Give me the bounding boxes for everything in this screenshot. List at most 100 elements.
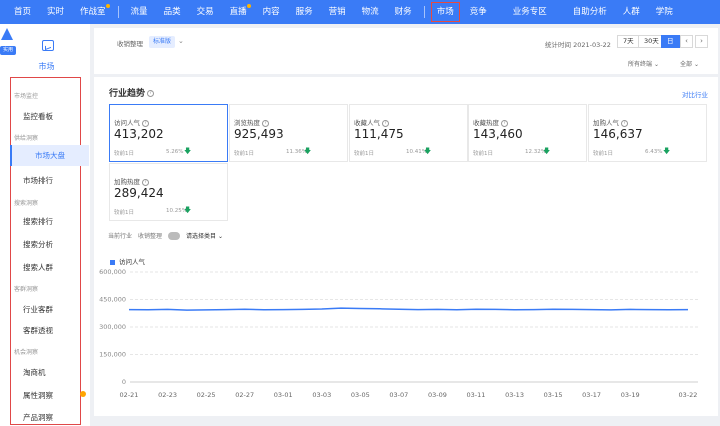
x-tick-label: 03-15: [544, 391, 563, 399]
new-dot-icon: [246, 4, 251, 8]
chevron-down-icon: ⌄: [653, 61, 659, 68]
nav-item-10[interactable]: 物流: [354, 0, 387, 24]
x-tick-label: 02-21: [120, 391, 139, 399]
next-date-button[interactable]: ›: [695, 35, 708, 48]
badge-triangle-icon: [1, 28, 13, 40]
nav-item-15[interactable]: 自助分析: [565, 0, 615, 24]
period-day-button[interactable]: 日: [661, 35, 680, 48]
nav-item-label: 人群: [622, 7, 640, 17]
app-badge[interactable]: 实用: [0, 28, 16, 56]
nav-item-label: 作战室: [80, 7, 106, 17]
edition-badge: 标准版: [149, 36, 176, 48]
sidebar-group-title: 机会洞察: [14, 349, 39, 356]
chevron-down-icon: ⌄: [693, 61, 699, 68]
x-tick-label: 03-03: [312, 391, 331, 399]
nav-item-label: 流量: [130, 7, 148, 17]
nav-item-8[interactable]: 服务: [288, 0, 321, 24]
nav-item-7[interactable]: 内容: [255, 0, 288, 24]
top-nav: 首页 实时 作战室 流量 品类 交易 直播 内容 服务 营销 物流 财务 市场 竞争 业务专区 自助分析 人群 学…: [0, 0, 720, 24]
sidebar-group-title: 客群洞察: [14, 286, 39, 293]
nav-item-1[interactable]: 实时: [39, 0, 72, 24]
sidebar-item[interactable]: 客群透视: [23, 325, 53, 336]
sidebar-item[interactable]: 市场排行: [23, 175, 53, 186]
nav-item-label: 市场: [436, 7, 454, 17]
sidebar-header[interactable]: 市场: [38, 40, 58, 73]
content-header: 收销整理 标准版 ⌄ 统计时间 2021-03-22 7天 30天 日 ‹ › …: [94, 28, 718, 74]
sidebar-group-title: 搜索洞察: [14, 200, 39, 207]
nav-item-label: 自助分析: [572, 7, 607, 17]
nav-item-label: 实时: [47, 7, 65, 17]
x-tick-label: 03-11: [467, 391, 486, 399]
nav-item-label: 首页: [14, 7, 32, 17]
nav-item-3[interactable]: 流量: [123, 0, 156, 24]
nav-item-label: 财务: [394, 7, 412, 17]
x-tick-label: 03-01: [274, 391, 293, 399]
industry-trend-panel: 行业趋势? 对比行业 访问人气? 413,202 较前1日 5.26% 🡇 浏览热度? 92…: [94, 77, 718, 416]
nav-divider: [117, 6, 119, 18]
sidebar-item[interactable]: 搜索人群: [23, 262, 53, 273]
x-tick-label: 02-27: [235, 391, 254, 399]
nav-item-16[interactable]: 人群: [615, 0, 648, 24]
y-tick-label: 600,000: [99, 268, 126, 276]
nav-item-2[interactable]: 作战室: [72, 0, 114, 24]
y-tick-label: 450,000: [99, 296, 126, 304]
nav-item-label: 学院: [655, 7, 673, 17]
nav-item-9[interactable]: 营销: [321, 0, 354, 24]
trend-chart: 600,000 450,000 300,000 150,000 0 02-21 02-23 0…: [99, 268, 698, 399]
sidebar-group-title: 供给洞察: [14, 135, 39, 142]
stat-time: 统计时间 2021-03-22: [545, 41, 611, 49]
scope-dropdown[interactable]: 全部 ⌄: [680, 59, 699, 68]
nav-item-4[interactable]: 品类: [156, 0, 189, 24]
x-tick-label: 02-23: [158, 391, 177, 399]
sidebar-item[interactable]: 淘商机: [23, 367, 46, 378]
scope-dropdown-label: 全部: [680, 61, 693, 68]
sidebar-item[interactable]: 市场大盘: [10, 145, 89, 166]
x-tick-label: 02-25: [197, 391, 216, 399]
sidebar-item[interactable]: 搜索排行: [23, 216, 53, 227]
nav-item-12[interactable]: 市场: [429, 0, 462, 24]
nav-item-0[interactable]: 首页: [6, 0, 39, 24]
sidebar: 实用 市场 市场监控监控看板供给洞察市场大盘市场排行搜索洞察搜索排行搜索分析搜索…: [0, 24, 90, 426]
sidebar-item[interactable]: 行业客群: [23, 304, 53, 315]
y-tick-label: 0: [122, 378, 126, 386]
x-tick-label: 03-19: [621, 391, 640, 399]
x-tick-label: 03-07: [389, 391, 408, 399]
x-tick-label: 03-13: [505, 391, 524, 399]
nav-item-label: 竞争: [469, 7, 487, 17]
sidebar-group-title: 市场监控: [14, 93, 39, 100]
nav-item-11[interactable]: 财务: [387, 0, 420, 24]
nav-item-label: 服务: [295, 7, 313, 17]
sidebar-item[interactable]: 属性洞察: [23, 390, 53, 401]
terminal-dropdown[interactable]: 所有终端 ⌄: [628, 59, 659, 68]
sidebar-item[interactable]: 产品洞察: [23, 412, 53, 423]
period-7d-button[interactable]: 7天: [617, 35, 640, 48]
x-tick-label: 03-05: [351, 391, 370, 399]
terminal-dropdown-label: 所有终端: [628, 61, 653, 68]
nav-item-17[interactable]: 学院: [648, 0, 681, 24]
market-chart-icon: [42, 40, 54, 51]
badge-label: 实用: [0, 46, 16, 55]
nav-item-label: 营销: [328, 7, 346, 17]
nav-divider: [423, 6, 425, 18]
nav-item-13[interactable]: 竞争: [462, 0, 495, 24]
breadcrumb[interactable]: 收销整理: [117, 38, 143, 48]
x-tick-label: 03-22: [679, 391, 698, 399]
x-tick-label: 03-17: [582, 391, 601, 399]
series-line[interactable]: [128, 307, 689, 311]
sidebar-item[interactable]: 监控看板: [23, 111, 53, 122]
nav-item-label: 物流: [361, 7, 379, 17]
nav-item-label: 品类: [163, 7, 181, 17]
nav-item-6[interactable]: 直播: [222, 0, 255, 24]
sidebar-item[interactable]: 搜索分析: [23, 239, 53, 250]
y-tick-label: 150,000: [99, 351, 126, 359]
nav-item-5[interactable]: 交易: [189, 0, 222, 24]
chevron-down-icon[interactable]: ⌄: [178, 37, 184, 45]
y-tick-label: 300,000: [99, 323, 126, 331]
nav-item-label: 交易: [196, 7, 214, 17]
x-tick-label: 03-09: [428, 391, 447, 399]
nav-item-14[interactable]: 业务专区: [505, 0, 555, 24]
nav-item-label: 直播: [229, 7, 247, 17]
prev-date-button[interactable]: ‹: [680, 35, 693, 48]
sidebar-header-label: 市场: [38, 62, 55, 71]
nav-item-label: 业务专区: [512, 7, 547, 17]
